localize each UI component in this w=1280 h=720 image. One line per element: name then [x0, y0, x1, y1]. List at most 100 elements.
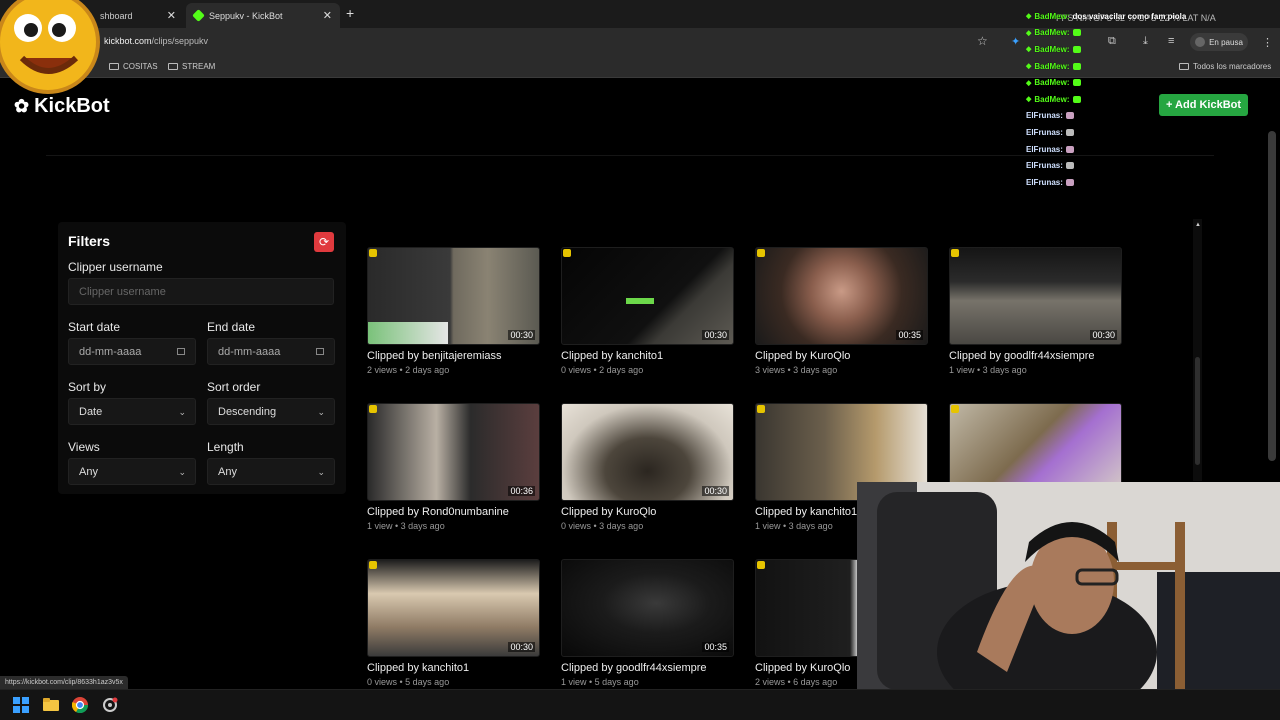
- clip-meta: 0 views • 5 days ago: [367, 677, 450, 687]
- clip-title[interactable]: Clipped by KuroQlo: [755, 350, 928, 362]
- emote-icon: [1065, 162, 1074, 170]
- kickbot-logo[interactable]: ✿ KickBot: [14, 95, 110, 118]
- filters-panel: Filters ⟳ Clipper username Clipper usern…: [58, 222, 346, 494]
- clip-title[interactable]: Clipped by Rond0numbanine: [367, 506, 540, 518]
- start-date-label: Start date: [68, 320, 121, 334]
- clip-card[interactable]: 00:30 Clipped by kanchito1 0 views • 2 d…: [561, 247, 734, 375]
- clip-card[interactable]: 00:30 Clipped by benjitajeremiass 2 view…: [367, 247, 540, 375]
- gem-icon: ◆: [1026, 96, 1032, 104]
- page-scrollbar[interactable]: [1268, 131, 1276, 461]
- chevron-down-icon: ⌄: [317, 407, 325, 417]
- chevron-down-icon: ⌄: [178, 407, 186, 417]
- grid-scrollbar-thumb[interactable]: [1195, 357, 1200, 465]
- clip-thumbnail[interactable]: 00:30: [561, 403, 734, 501]
- clip-thumbnail[interactable]: 00:30: [949, 247, 1122, 345]
- sort-by-select[interactable]: Date ⌄: [68, 398, 196, 425]
- url-field[interactable]: kickbot.com/clips/seppukv: [104, 36, 208, 46]
- clip-card[interactable]: 00:30 Clipped by KuroQlo 0 views • 3 day…: [561, 403, 734, 531]
- clip-thumbnail[interactable]: 00:35: [755, 247, 928, 345]
- new-tab-button[interactable]: +: [346, 5, 354, 21]
- folder-icon: [168, 63, 178, 70]
- sort-order-select[interactable]: Descending ⌄: [207, 398, 335, 425]
- clip-title[interactable]: Clipped by benjitajeremiass: [367, 350, 540, 362]
- chat-overlay: ◆ BadMew: dos vaivacilar como fam piola …: [1026, 8, 1236, 191]
- clip-duration: 00:30: [702, 330, 729, 340]
- clip-meta: 1 view • 3 days ago: [949, 365, 1027, 375]
- clip-title[interactable]: Clipped by KuroQlo: [561, 506, 734, 518]
- gem-icon: ◆: [1026, 46, 1032, 54]
- end-date-value: dd-mm-aaaa: [218, 345, 281, 358]
- settings-gear-icon[interactable]: [102, 697, 118, 713]
- windows-start-icon[interactable]: [13, 697, 29, 713]
- chat-message: ElFrunas:: [1026, 157, 1236, 174]
- tab-title: shboard: [100, 10, 133, 21]
- kick-badge-icon: [369, 561, 377, 569]
- bookmark-label: COSITAS: [123, 62, 158, 71]
- tab-kickbot[interactable]: Seppukv - KickBot ✕: [186, 3, 340, 28]
- clip-card[interactable]: 00:30 Clipped by kanchito1 0 views • 5 d…: [367, 559, 540, 687]
- sort-by-value: Date: [79, 405, 103, 418]
- link-status-url: https://kickbot.com/clip/8633h1az3v5x: [0, 676, 128, 689]
- scroll-up-icon[interactable]: ▲: [1195, 222, 1201, 228]
- kick-favicon-icon: [192, 9, 205, 22]
- clip-title[interactable]: Clipped by kanchito1: [367, 662, 540, 674]
- chrome-icon[interactable]: [72, 697, 88, 713]
- length-select[interactable]: Any ⌄: [207, 458, 335, 485]
- sort-order-value: Descending: [218, 405, 277, 418]
- views-label: Views: [68, 440, 100, 454]
- end-date-input[interactable]: dd-mm-aaaa: [207, 338, 335, 365]
- emote-icon: [1072, 62, 1081, 70]
- clip-thumbnail[interactable]: 00:30: [367, 559, 540, 657]
- logo-text: KickBot: [34, 95, 110, 117]
- clip-duration: 00:30: [508, 330, 535, 340]
- length-value: Any: [218, 465, 237, 478]
- emote-icon: [1065, 128, 1074, 136]
- clip-title[interactable]: Clipped by goodlfr44xsiempre: [561, 662, 734, 674]
- clip-thumbnail[interactable]: 00:30: [367, 247, 540, 345]
- chat-message: ◆ BadMew: dos vaivacilar como fam piola: [1026, 8, 1236, 25]
- clip-card[interactable]: 00:30 Clipped by goodlfr44xsiempre 1 vie…: [949, 247, 1122, 375]
- clip-title[interactable]: Clipped by kanchito1: [561, 350, 734, 362]
- bookmark-star-icon[interactable]: ☆: [977, 34, 988, 48]
- bookmark-cositas[interactable]: COSITAS: [109, 62, 158, 71]
- chevron-down-icon: ⌄: [317, 467, 325, 477]
- chat-message: ElFrunas:: [1026, 108, 1236, 125]
- gem-icon: ◆: [1026, 63, 1032, 71]
- sort-order-label: Sort order: [207, 380, 261, 394]
- clip-thumbnail[interactable]: 00:30: [561, 247, 734, 345]
- file-explorer-icon[interactable]: [43, 697, 59, 713]
- clip-thumbnail[interactable]: 00:36: [367, 403, 540, 501]
- browser-menu-icon[interactable]: ⋮: [1262, 36, 1273, 49]
- clipper-username-input[interactable]: Clipper username: [68, 278, 334, 305]
- kick-badge-icon: [757, 561, 765, 569]
- reset-filters-button[interactable]: ⟳: [314, 232, 334, 252]
- calendar-icon[interactable]: [316, 348, 324, 355]
- clip-thumbnail[interactable]: 00:35: [561, 559, 734, 657]
- paw-icon: ✿: [14, 96, 30, 116]
- extension-icon[interactable]: ✦: [1011, 35, 1020, 48]
- clip-card[interactable]: 00:35 Clipped by KuroQlo 3 views • 3 day…: [755, 247, 928, 375]
- chat-user: BadMew:: [1034, 44, 1070, 54]
- calendar-icon[interactable]: [177, 348, 185, 355]
- emote-icon: [1065, 112, 1074, 120]
- clip-meta: 0 views • 3 days ago: [561, 521, 644, 531]
- chat-message: ◆ BadMew:: [1026, 58, 1236, 75]
- views-select[interactable]: Any ⌄: [68, 458, 196, 485]
- start-date-input[interactable]: dd-mm-aaaa: [68, 338, 196, 365]
- tab-dashboard[interactable]: shboard ✕: [92, 3, 184, 28]
- clip-title[interactable]: Clipped by goodlfr44xsiempre: [949, 350, 1122, 362]
- bookmark-label: STREAM: [182, 62, 216, 71]
- clip-card[interactable]: 00:36 Clipped by Rond0numbanine 1 view •…: [367, 403, 540, 531]
- filters-title: Filters: [68, 233, 111, 249]
- chat-message: ElFrunas:: [1026, 174, 1236, 191]
- kick-badge-icon: [757, 249, 765, 257]
- clip-card[interactable]: 00:35 Clipped by goodlfr44xsiempre 1 vie…: [561, 559, 734, 687]
- chat-message: ◆ BadMew:: [1026, 25, 1236, 42]
- close-tab-icon[interactable]: ✕: [323, 9, 332, 22]
- emoji-face-overlay: [0, 0, 100, 94]
- bookmark-stream[interactable]: STREAM: [168, 62, 215, 71]
- close-tab-icon[interactable]: ✕: [167, 9, 176, 22]
- chat-message: ◆ BadMew:: [1026, 74, 1236, 91]
- clip-meta: 3 views • 3 days ago: [755, 365, 838, 375]
- kick-badge-icon: [757, 405, 765, 413]
